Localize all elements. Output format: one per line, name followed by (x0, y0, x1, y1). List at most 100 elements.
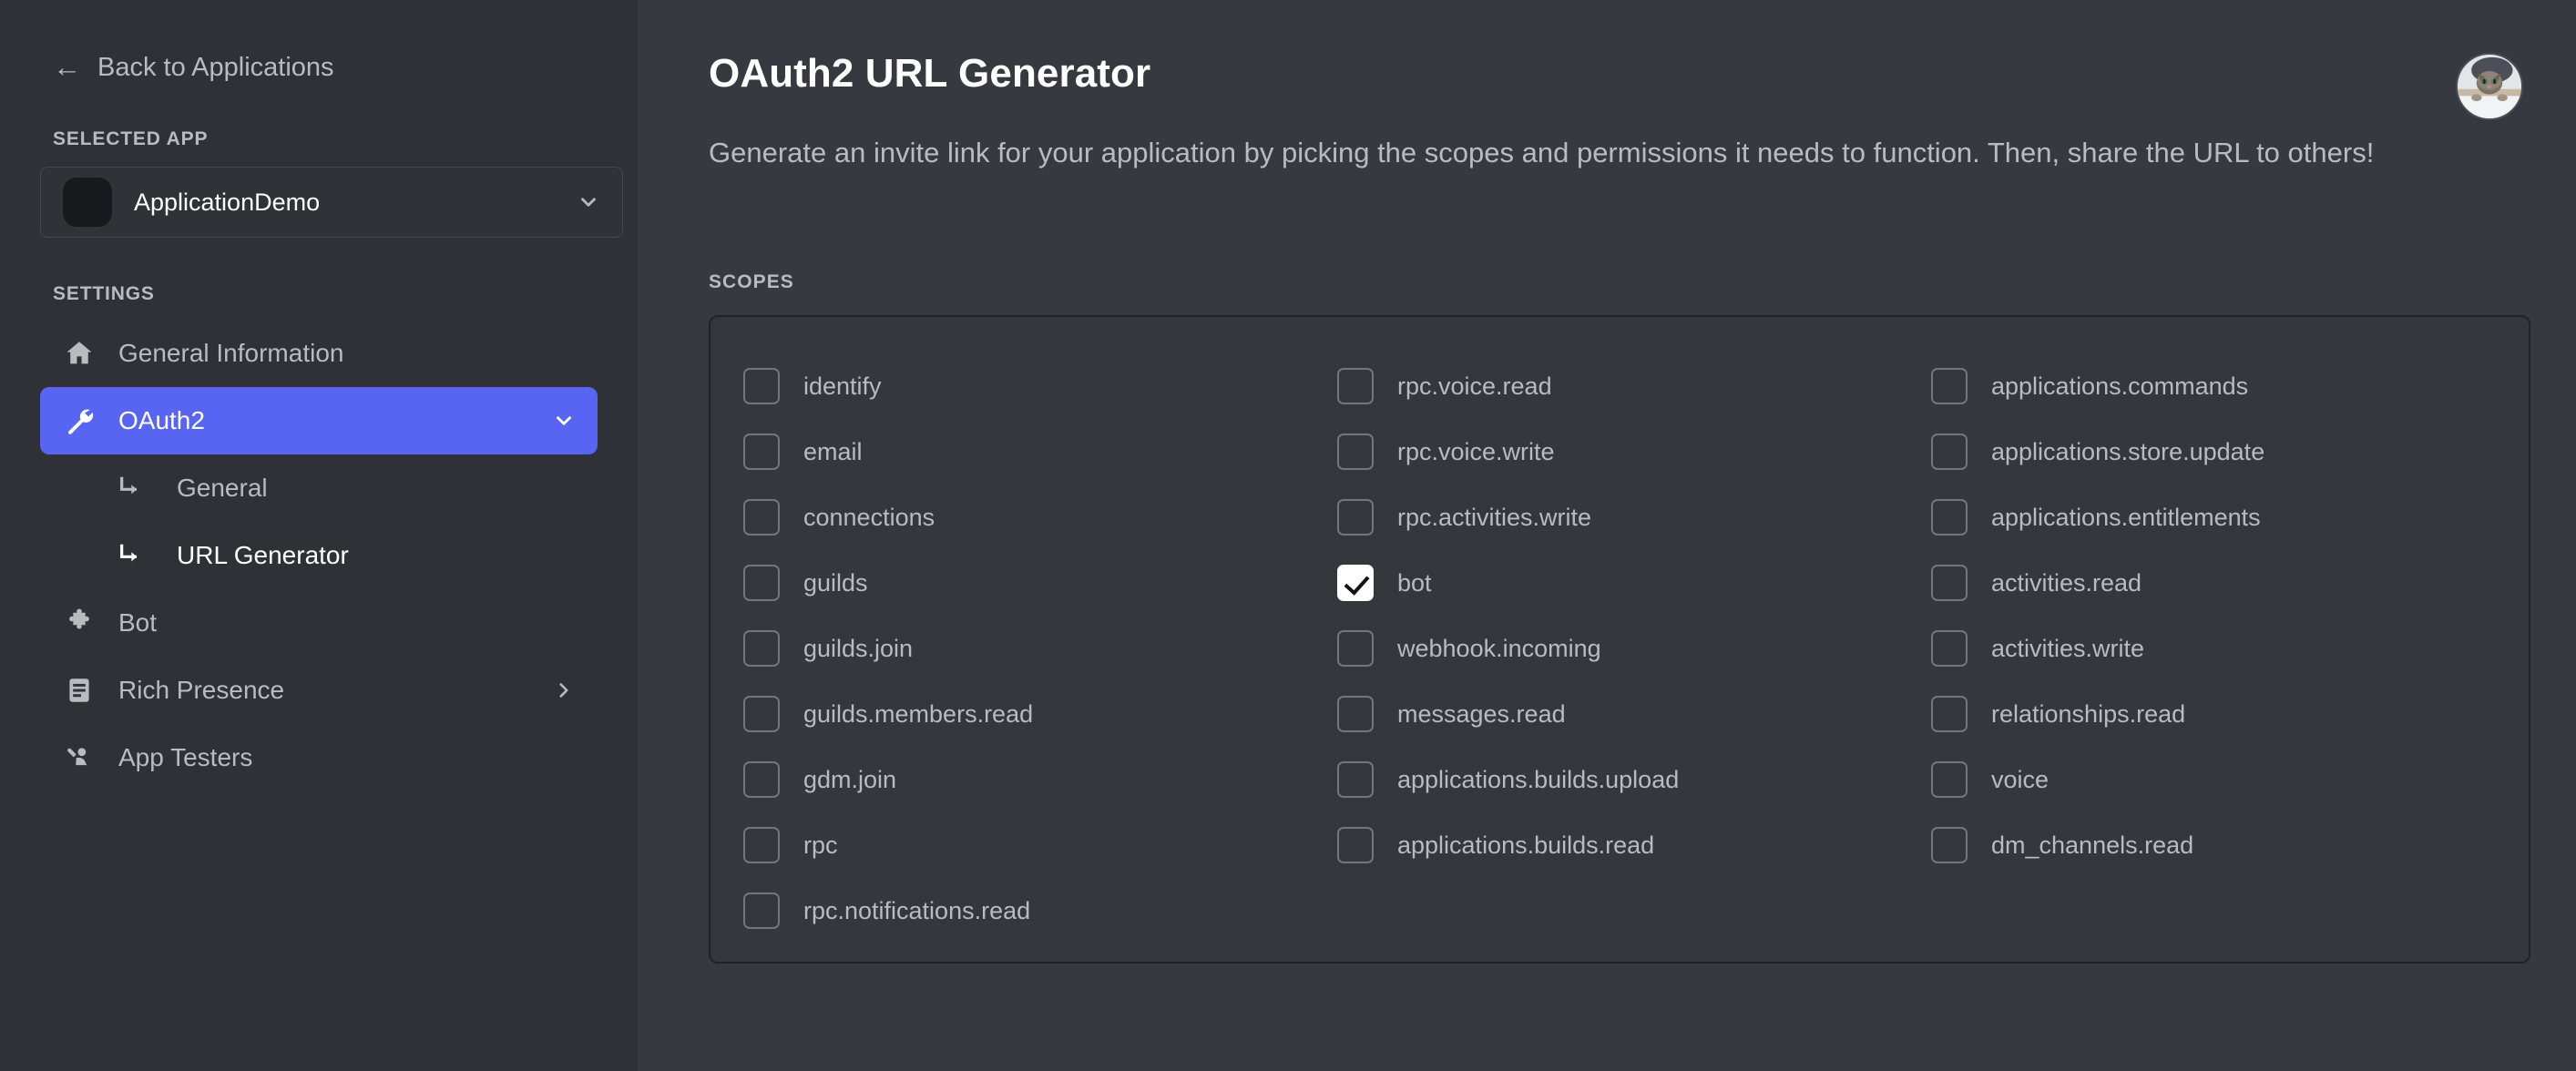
scope-checkbox[interactable] (1337, 368, 1374, 405)
sidebar-nav: General Information OAuth2 General URL G… (40, 320, 598, 791)
sidebar-item-label: General Information (118, 339, 344, 367)
scope-label: rpc.voice.write (1397, 437, 1555, 465)
scope-label: activities.read (1991, 568, 2142, 597)
user-avatar[interactable] (2456, 53, 2523, 120)
scope-row[interactable]: webhook.incoming (1337, 616, 1931, 681)
scope-row[interactable]: guilds (743, 550, 1337, 616)
scope-label: applications.builds.upload (1397, 765, 1680, 793)
scope-row[interactable]: guilds.join (743, 616, 1337, 681)
scope-row[interactable]: applications.store.update (1931, 419, 2496, 484)
scope-checkbox[interactable] (743, 696, 780, 733)
scope-label: identify (803, 372, 882, 400)
scope-label: webhook.incoming (1397, 634, 1601, 662)
scope-checkbox[interactable] (1337, 827, 1374, 864)
scope-checkbox[interactable] (1931, 368, 1968, 405)
scope-checkbox[interactable] (743, 892, 780, 930)
scope-row[interactable]: connections (743, 484, 1337, 550)
scope-checkbox[interactable] (1931, 499, 1968, 536)
scope-row[interactable]: applications.builds.upload (1337, 747, 1931, 812)
scope-row[interactable]: applications.commands (1931, 353, 2496, 419)
scope-checkbox[interactable] (743, 499, 780, 536)
scope-label: gdm.join (803, 765, 897, 793)
scope-label: guilds.join (803, 634, 914, 662)
scope-checkbox[interactable] (743, 761, 780, 799)
sidebar-subitem-label: URL Generator (177, 541, 349, 569)
main-content: OAuth2 URL Generator Generate an invite … (638, 0, 2576, 1071)
scope-label: voice (1991, 765, 2050, 793)
back-to-applications-link[interactable]: ← Back to Applications (53, 53, 598, 83)
scope-row[interactable]: guilds.members.read (743, 681, 1337, 747)
page-description: Generate an invite link for your applica… (709, 137, 2375, 168)
scope-row[interactable]: bot (1337, 550, 1931, 616)
scope-row[interactable]: voice (1931, 747, 2496, 812)
sidebar-item-bot[interactable]: Bot (40, 589, 598, 657)
scope-row[interactable]: relationships.read (1931, 681, 2496, 747)
sidebar-item-label: Bot (118, 608, 158, 637)
scope-row[interactable]: email (743, 419, 1337, 484)
scope-checkbox[interactable] (743, 630, 780, 668)
scope-row[interactable]: applications.builds.read (1337, 812, 1931, 878)
scope-checkbox[interactable] (743, 434, 780, 471)
scope-checkbox[interactable] (1931, 630, 1968, 668)
home-icon (62, 336, 97, 371)
arrow-turn-down-right-icon (115, 540, 146, 571)
scope-label: applications.commands (1991, 372, 2249, 400)
scope-label: rpc (803, 831, 838, 859)
scope-row[interactable]: rpc.notifications.read (743, 878, 1337, 944)
sidebar-item-label: Rich Presence (118, 676, 285, 704)
scope-checkbox[interactable] (1337, 434, 1374, 471)
scope-row[interactable]: messages.read (1337, 681, 1931, 747)
scope-checkbox[interactable] (743, 827, 780, 864)
oauth2-url-generator-page: ← Back to Applications SELECTED APP Appl… (0, 0, 2576, 1071)
scope-row[interactable]: rpc (743, 812, 1337, 878)
sidebar-subitem-url-generator[interactable]: URL Generator (40, 522, 598, 589)
scope-row[interactable]: activities.read (1931, 550, 2496, 616)
scope-row[interactable]: applications.entitlements (1931, 484, 2496, 550)
scope-checkbox[interactable] (1337, 499, 1374, 536)
scopes-heading: SCOPES (709, 271, 794, 293)
scope-label: applications.entitlements (1991, 503, 2261, 531)
selected-app-dropdown[interactable]: ApplicationDemo (40, 167, 623, 238)
sidebar-item-label: App Testers (118, 743, 253, 771)
scope-checkbox[interactable] (1931, 827, 1968, 864)
scope-label: messages.read (1397, 699, 1566, 728)
sidebar-item-oauth2[interactable]: OAuth2 (40, 387, 598, 454)
sidebar-item-app-testers[interactable]: App Testers (40, 724, 598, 791)
chevron-down-icon (552, 409, 576, 433)
chevron-right-icon (552, 678, 576, 702)
scope-row[interactable]: rpc.voice.read (1337, 353, 1931, 419)
scope-label: dm_channels.read (1991, 831, 2194, 859)
scope-row[interactable]: rpc.activities.write (1337, 484, 1931, 550)
sidebar-item-rich-presence[interactable]: Rich Presence (40, 657, 598, 724)
app-avatar (63, 178, 112, 227)
scope-label: rpc.notifications.read (803, 896, 1031, 924)
scope-row[interactable]: identify (743, 353, 1337, 419)
sidebar-item-label: OAuth2 (118, 406, 205, 434)
scope-row[interactable]: rpc.voice.write (1337, 419, 1931, 484)
arrow-turn-down-right-icon (115, 473, 146, 504)
back-to-applications-label: Back to Applications (97, 53, 334, 82)
scope-row[interactable]: activities.write (1931, 616, 2496, 681)
scope-checkbox[interactable] (1337, 696, 1374, 733)
document-icon (62, 673, 97, 708)
scope-row[interactable]: gdm.join (743, 747, 1337, 812)
scope-checkbox[interactable] (1931, 761, 1968, 799)
scope-checkbox[interactable] (743, 368, 780, 405)
scope-checkbox[interactable] (1337, 630, 1374, 668)
scope-checkbox[interactable] (1931, 565, 1968, 602)
scope-label: email (803, 437, 863, 465)
chevron-down-icon (577, 190, 600, 214)
scopes-column-3: applications.commands applications.store… (1931, 353, 2496, 944)
scope-checkbox[interactable] (1931, 696, 1968, 733)
scope-checkbox[interactable] (1931, 434, 1968, 471)
wrench-icon (62, 403, 97, 438)
scope-checkbox[interactable] (1337, 565, 1374, 602)
sidebar-subitem-general[interactable]: General (40, 454, 598, 522)
scope-row[interactable]: dm_channels.read (1931, 812, 2496, 878)
scope-checkbox[interactable] (743, 565, 780, 602)
scope-label: guilds (803, 568, 868, 597)
sidebar-item-general-information[interactable]: General Information (40, 320, 598, 387)
scope-label: bot (1397, 568, 1432, 597)
scope-checkbox[interactable] (1337, 761, 1374, 799)
sidebar: ← Back to Applications SELECTED APP Appl… (0, 0, 638, 1071)
